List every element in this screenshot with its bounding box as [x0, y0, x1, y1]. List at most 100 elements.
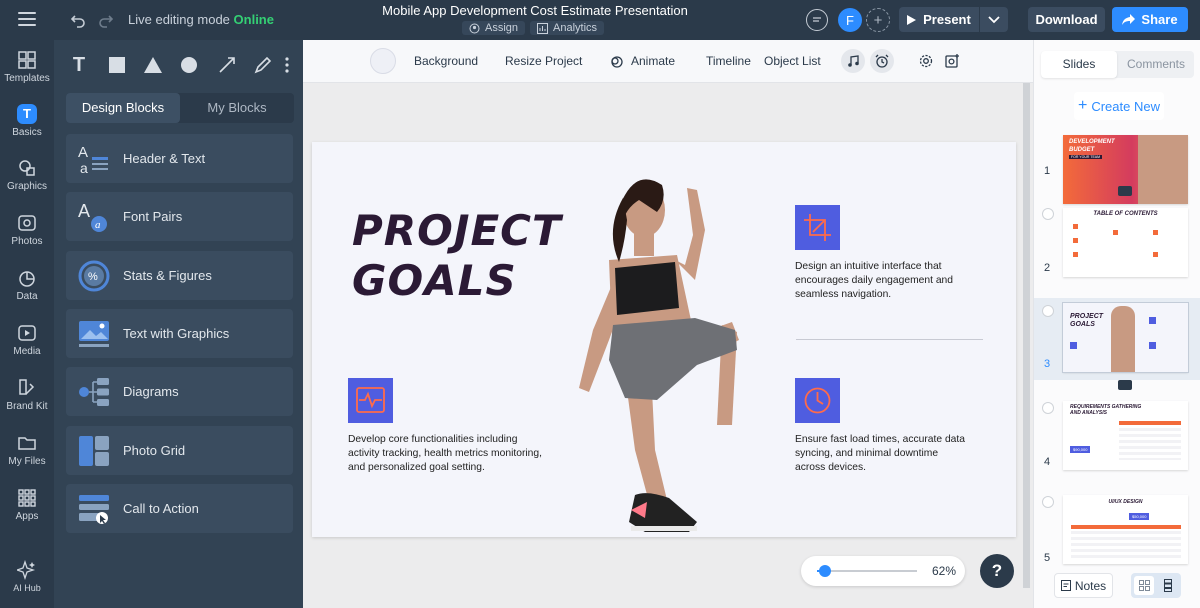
square-tool-icon[interactable] — [104, 52, 130, 78]
block-diagrams[interactable]: Diagrams — [66, 367, 293, 416]
menu-icon[interactable] — [18, 12, 36, 26]
slide-number: 4 — [1044, 456, 1051, 468]
canvas-scrollbar[interactable] — [1023, 83, 1030, 588]
feature-text-1[interactable]: Design an intuitive interface that encou… — [795, 260, 965, 302]
triangle-tool-icon[interactable] — [140, 52, 166, 78]
text-with-graphics-icon — [79, 321, 109, 347]
divider-line — [796, 339, 983, 340]
crop-icon — [795, 205, 840, 250]
download-button[interactable]: Download — [1028, 7, 1105, 32]
present-dropdown[interactable] — [980, 7, 1008, 32]
rail-item-apps[interactable]: Apps — [0, 488, 54, 522]
rail-item-photos[interactable]: Photos — [0, 213, 54, 247]
stats-figures-icon: % — [78, 260, 110, 292]
svg-text:%: % — [88, 271, 98, 283]
more-tools-icon[interactable] — [282, 52, 292, 78]
rail-item-ai-hub[interactable]: AI Hub — [0, 560, 54, 593]
view-switcher — [1131, 573, 1181, 598]
slide-number: 5 — [1044, 552, 1051, 564]
user-circle-icon — [469, 23, 480, 33]
circle-tool-icon[interactable] — [176, 52, 202, 78]
text-tool-icon[interactable]: T — [66, 52, 92, 78]
timeline-button[interactable]: Timeline — [706, 54, 751, 68]
analytics-button[interactable]: Analytics — [530, 21, 605, 35]
add-collaborator-icon[interactable]: + — [866, 8, 890, 32]
redo-icon[interactable] — [98, 12, 114, 28]
rail-label: Media — [13, 346, 41, 357]
tab-comments[interactable]: Comments — [1118, 51, 1194, 78]
block-label: Call to Action — [123, 501, 199, 516]
alarm-clock-icon[interactable] — [870, 49, 894, 73]
avatar[interactable]: F — [838, 8, 862, 32]
transition-icon[interactable] — [1118, 380, 1132, 390]
slide-number: 3 — [1044, 358, 1051, 370]
present-screen-icon[interactable] — [945, 53, 960, 68]
notes-button[interactable]: Notes — [1054, 573, 1113, 598]
background-button[interactable]: Background — [414, 54, 478, 68]
block-text-with-graphics[interactable]: Text with Graphics — [66, 309, 293, 358]
rail-item-my-files[interactable]: My Files — [0, 433, 54, 467]
slide-thumb-3[interactable]: PROJECT GOALS — [1062, 302, 1189, 373]
slide-options-icon[interactable] — [1042, 305, 1054, 317]
feature-text-3[interactable]: Ensure fast load times, accurate data sy… — [795, 433, 970, 475]
rail-item-data[interactable]: Data — [0, 268, 54, 302]
clock-icon — [795, 378, 840, 423]
create-new-button[interactable]: + Create New — [1074, 92, 1164, 120]
slide-options-icon[interactable] — [1042, 402, 1054, 414]
rail-item-templates[interactable]: Templates — [0, 50, 54, 84]
pen-tool-icon[interactable] — [250, 52, 276, 78]
share-arrow-icon — [1122, 14, 1136, 25]
plus-icon: + — [1078, 97, 1088, 114]
block-call-to-action[interactable]: Call to Action — [66, 484, 293, 533]
graphics-icon — [19, 160, 35, 176]
rail-item-graphics[interactable]: Graphics — [0, 158, 54, 192]
thumb-badge: $50,000 — [1129, 513, 1150, 520]
slide-thumb-4[interactable]: REQUIREMENTS GATHERING AND ANALYSIS $90,… — [1063, 401, 1188, 470]
font-pairs-icon: Aa — [78, 201, 107, 232]
tab-slides[interactable]: Slides — [1041, 51, 1117, 78]
grid-view-icon[interactable] — [1134, 576, 1154, 595]
slide-thumb-5[interactable]: UI/UX DESIGN $50,000 — [1063, 495, 1188, 564]
block-stats-figures[interactable]: % Stats & Figures — [66, 251, 293, 300]
rail-label: Data — [16, 291, 38, 302]
help-button[interactable]: ? — [980, 554, 1014, 588]
zoom-slider-track[interactable] — [817, 570, 917, 572]
settings-gear-icon[interactable] — [919, 54, 933, 68]
resize-project-button[interactable]: Resize Project — [505, 54, 582, 68]
animate-button[interactable]: Animate — [631, 54, 675, 68]
music-icon[interactable] — [841, 49, 865, 73]
slide-options-icon[interactable] — [1042, 208, 1054, 220]
line-tool-icon[interactable] — [214, 52, 240, 78]
comment-icon[interactable] — [806, 9, 828, 31]
slide-canvas[interactable]: PROJECT GOALS Design an intuitive interf… — [312, 142, 1016, 537]
slide-options-icon[interactable] — [1042, 496, 1054, 508]
thumb-title: PROJECT GOALS — [1070, 313, 1104, 328]
zoom-slider-handle[interactable] — [819, 565, 831, 577]
chevron-down-icon — [988, 15, 1000, 23]
rail-label: Graphics — [6, 181, 47, 192]
assign-button[interactable]: Assign — [462, 21, 526, 35]
tab-design-blocks[interactable]: Design Blocks — [66, 93, 180, 123]
list-view-icon[interactable] — [1158, 576, 1178, 595]
header-text-icon: Aa — [78, 144, 108, 175]
block-photo-grid[interactable]: Photo Grid — [66, 426, 293, 475]
object-list-button[interactable]: Object List — [764, 54, 821, 68]
rail-item-media[interactable]: Media — [0, 323, 54, 357]
undo-icon[interactable] — [70, 12, 86, 28]
document-title[interactable]: Mobile App Development Cost Estimate Pre… — [360, 3, 710, 18]
rail-item-basics[interactable]: T Basics — [0, 104, 54, 138]
present-button[interactable]: Present — [899, 7, 979, 32]
background-color-swatch[interactable] — [370, 48, 396, 74]
athlete-photo[interactable] — [527, 150, 767, 537]
slide-thumb-2[interactable]: TABLE OF CONTENTS — [1063, 208, 1188, 277]
share-button[interactable]: Share — [1112, 7, 1188, 32]
block-font-pairs[interactable]: Aa Font Pairs — [66, 192, 293, 241]
transition-icon[interactable] — [1118, 186, 1132, 196]
zoom-value[interactable]: 62% — [932, 564, 956, 578]
rail-item-brand-kit[interactable]: Brand Kit — [0, 378, 54, 412]
rail-label: My Files — [8, 456, 46, 467]
feature-text-2[interactable]: Develop core functionalities including a… — [348, 433, 548, 475]
block-header-text[interactable]: Aa Header & Text — [66, 134, 293, 183]
tab-my-blocks[interactable]: My Blocks — [180, 93, 294, 123]
photos-icon — [18, 215, 36, 231]
